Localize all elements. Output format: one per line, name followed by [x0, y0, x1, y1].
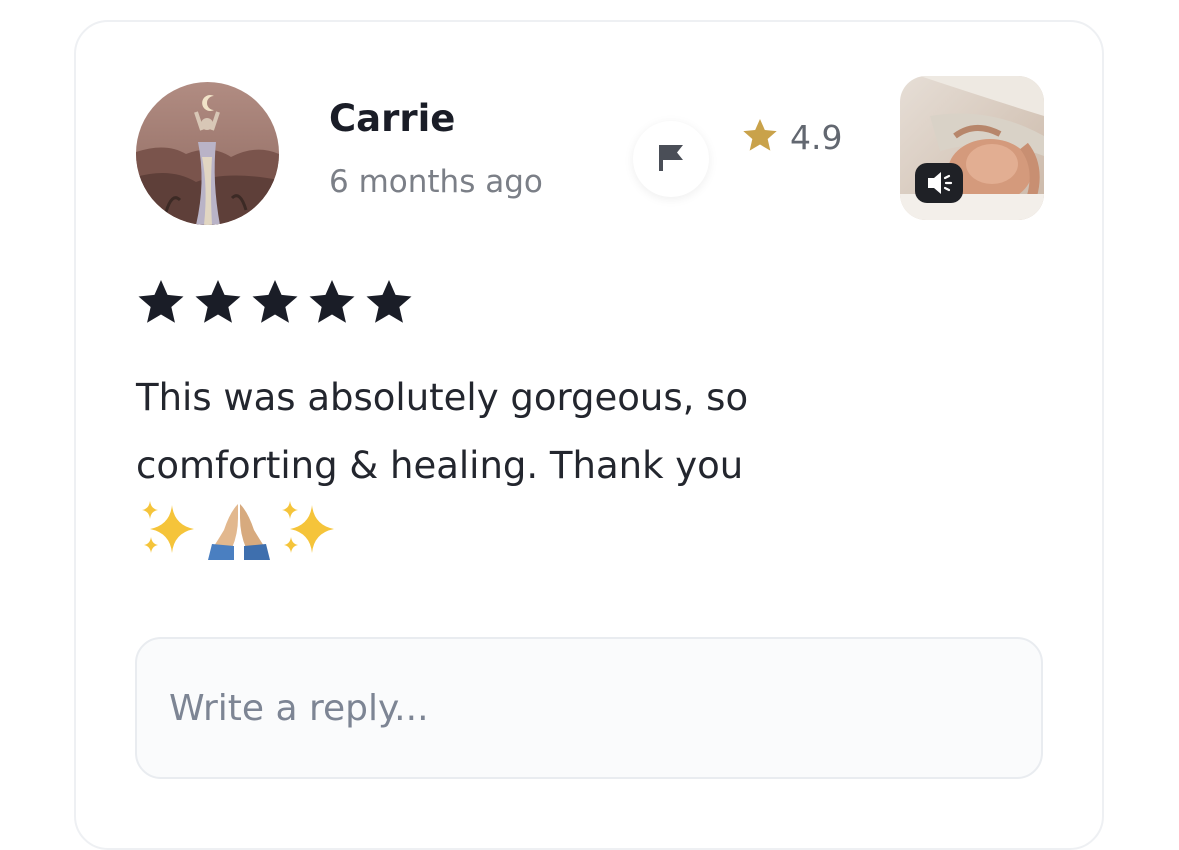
folded-hands-icon — [206, 498, 272, 564]
review-timestamp: 6 months ago — [329, 164, 543, 200]
star-icon — [362, 276, 416, 334]
reviewer-name[interactable]: Carrie — [329, 95, 455, 143]
reply-container — [135, 637, 1043, 779]
star-icon — [134, 276, 188, 334]
avatar[interactable] — [136, 82, 279, 225]
star-icon — [191, 276, 245, 334]
session-thumbnail[interactable] — [900, 76, 1044, 220]
reply-input[interactable] — [169, 639, 1009, 777]
sparkles-icon — [138, 499, 200, 563]
rating-value: 4.9 — [790, 118, 843, 157]
report-button[interactable] — [633, 121, 709, 197]
speaker-icon — [915, 163, 963, 203]
flag-icon — [654, 140, 688, 178]
review-text-line: This was absolutely gorgeous, so — [136, 376, 749, 419]
star-icon — [305, 276, 359, 334]
star-icon — [740, 116, 780, 160]
review-emojis — [138, 498, 340, 564]
review-text-line: comforting & healing. Thank you — [136, 444, 744, 487]
sparkles-icon — [278, 499, 340, 563]
review-star-rating — [134, 276, 416, 334]
review-body: This was absolutely gorgeous, so comfort… — [136, 364, 896, 500]
star-icon — [248, 276, 302, 334]
average-rating: 4.9 — [740, 115, 842, 161]
